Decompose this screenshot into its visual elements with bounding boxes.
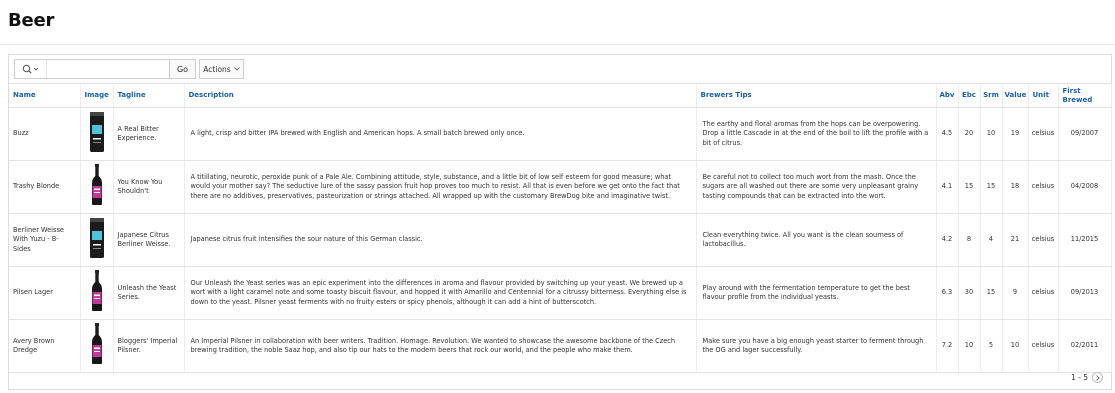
table-row: Avery Brown Dredge Bloggers' Imperial Pil… (9, 319, 1112, 373)
table-header-row: Name Image Tagline Description Brewers T… (9, 83, 1112, 108)
column-header-ebc[interactable]: Ebc (958, 83, 981, 108)
bottle-image (89, 164, 105, 208)
cell-description: A titillating, neurotic, peroxide punk o… (184, 160, 697, 214)
page-title: Beer (8, 10, 55, 31)
actions-label: Actions (203, 64, 231, 74)
column-header-first-brewed[interactable]: First Brewed (1058, 83, 1112, 108)
pagination: 1 - 5 (1071, 372, 1103, 383)
cell-abv: 7.2 (936, 319, 959, 373)
column-header-description[interactable]: Description (184, 83, 697, 108)
cell-first-brewed: 04/2008 (1058, 160, 1112, 214)
column-header-tagline[interactable]: Tagline (113, 83, 185, 108)
cell-abv: 6.3 (936, 266, 959, 320)
beer-table: Name Image Tagline Description Brewers T… (9, 83, 1112, 373)
table-row: Berliner Weisse With Yuzu - B-Sides Japan… (9, 213, 1112, 267)
table-row: Pilsen Lager Unleash the Yeast Series. Our… (9, 266, 1112, 320)
cell-description: A light, crisp and bitter IPA brewed wit… (184, 107, 697, 161)
cell-value: 18 (1002, 160, 1029, 214)
actions-menu-button[interactable]: Actions (199, 59, 244, 79)
cell-name: Berliner Weisse With Yuzu - B-Sides (9, 213, 81, 267)
next-page-button[interactable] (1092, 372, 1103, 383)
cell-brewers-tips: Play around with the fermentation temper… (696, 266, 937, 320)
bottle-image (89, 323, 105, 367)
search-column-selector[interactable] (15, 60, 47, 78)
cell-ebc: 10 (958, 319, 981, 373)
column-header-name[interactable]: Name (9, 83, 81, 108)
cell-srm: 15 (980, 160, 1003, 214)
cell-tagline: You Know You Shouldn't (113, 160, 185, 214)
cell-unit: celsius (1028, 107, 1059, 161)
cell-first-brewed: 09/2013 (1058, 266, 1112, 320)
cell-description: An Imperial Pilsner in collaboration wit… (184, 319, 697, 373)
cell-first-brewed: 11/2015 (1058, 213, 1112, 267)
column-header-abv[interactable]: Abv (936, 83, 959, 108)
column-header-unit[interactable]: Unit (1028, 83, 1059, 108)
cell-description: Our Unleash the Yeast series was an epic… (184, 266, 697, 320)
cell-first-brewed: 02/2011 (1058, 319, 1112, 373)
search-input[interactable] (47, 60, 169, 78)
cell-tagline: Unleash the Yeast Series. (113, 266, 185, 320)
cell-ebc: 15 (958, 160, 981, 214)
cell-srm: 4 (980, 213, 1003, 267)
cell-brewers-tips: The earthy and floral aromas from the ho… (696, 107, 937, 161)
cell-name: Avery Brown Dredge (9, 319, 81, 373)
cell-unit: celsius (1028, 266, 1059, 320)
cell-tagline: A Real Bitter Experience. (113, 107, 185, 161)
can-image (89, 218, 105, 261)
search-icon (22, 64, 38, 74)
cell-value: 21 (1002, 213, 1029, 267)
cell-brewers-tips: Clean everything twice. All you want is … (696, 213, 937, 267)
cell-tagline: Japanese Citrus Berliner Weisse. (113, 213, 185, 267)
cell-srm: 5 (980, 319, 1003, 373)
cell-image (80, 213, 114, 267)
title-divider (0, 44, 1115, 45)
cell-brewers-tips: Be careful not to collect too much wort … (696, 160, 937, 214)
cell-abv: 4.2 (936, 213, 959, 267)
report-toolbar: Go Actions (9, 55, 1111, 83)
cell-image (80, 107, 114, 161)
bottle-image (89, 270, 105, 314)
cell-description: Japanese citrus fruit intensifies the so… (184, 213, 697, 267)
column-header-brewers-tips[interactable]: Brewers Tips (696, 83, 937, 108)
column-header-image[interactable]: Image (80, 83, 114, 108)
cell-abv: 4.1 (936, 160, 959, 214)
cell-name: Trashy Blonde (9, 160, 81, 214)
cell-srm: 10 (980, 107, 1003, 161)
cell-unit: celsius (1028, 319, 1059, 373)
cell-abv: 4.5 (936, 107, 959, 161)
cell-image (80, 319, 114, 373)
cell-value: 19 (1002, 107, 1029, 161)
cell-ebc: 20 (958, 107, 981, 161)
table-row: Trashy Blonde You Know You Shouldn't A tit… (9, 160, 1112, 214)
cell-value: 9 (1002, 266, 1029, 320)
cell-tagline: Bloggers' Imperial Pilsner. (113, 319, 185, 373)
search-bar: Go (14, 59, 196, 79)
column-header-value[interactable]: Value (1002, 83, 1029, 108)
chevron-down-icon (233, 67, 240, 71)
chevron-right-icon (1095, 374, 1100, 381)
column-header-srm[interactable]: Srm (980, 83, 1003, 108)
cell-unit: celsius (1028, 213, 1059, 267)
table-row: Buzz A Real Bitter Experience. A light, cr… (9, 107, 1112, 161)
cell-srm: 15 (980, 266, 1003, 320)
cell-name: Pilsen Lager (9, 266, 81, 320)
cell-image (80, 266, 114, 320)
cell-value: 10 (1002, 319, 1029, 373)
cell-name: Buzz (9, 107, 81, 161)
cell-ebc: 8 (958, 213, 981, 267)
cell-brewers-tips: Make sure you have a big enough yeast st… (696, 319, 937, 373)
cell-ebc: 30 (958, 266, 981, 320)
cell-image (80, 160, 114, 214)
pagination-range: 1 - 5 (1070, 373, 1088, 382)
interactive-report: Go Actions Name Image Tagline Descriptio… (8, 54, 1112, 390)
cell-unit: celsius (1028, 160, 1059, 214)
go-button[interactable]: Go (169, 60, 195, 78)
can-image (89, 112, 105, 155)
cell-first-brewed: 09/2007 (1058, 107, 1112, 161)
